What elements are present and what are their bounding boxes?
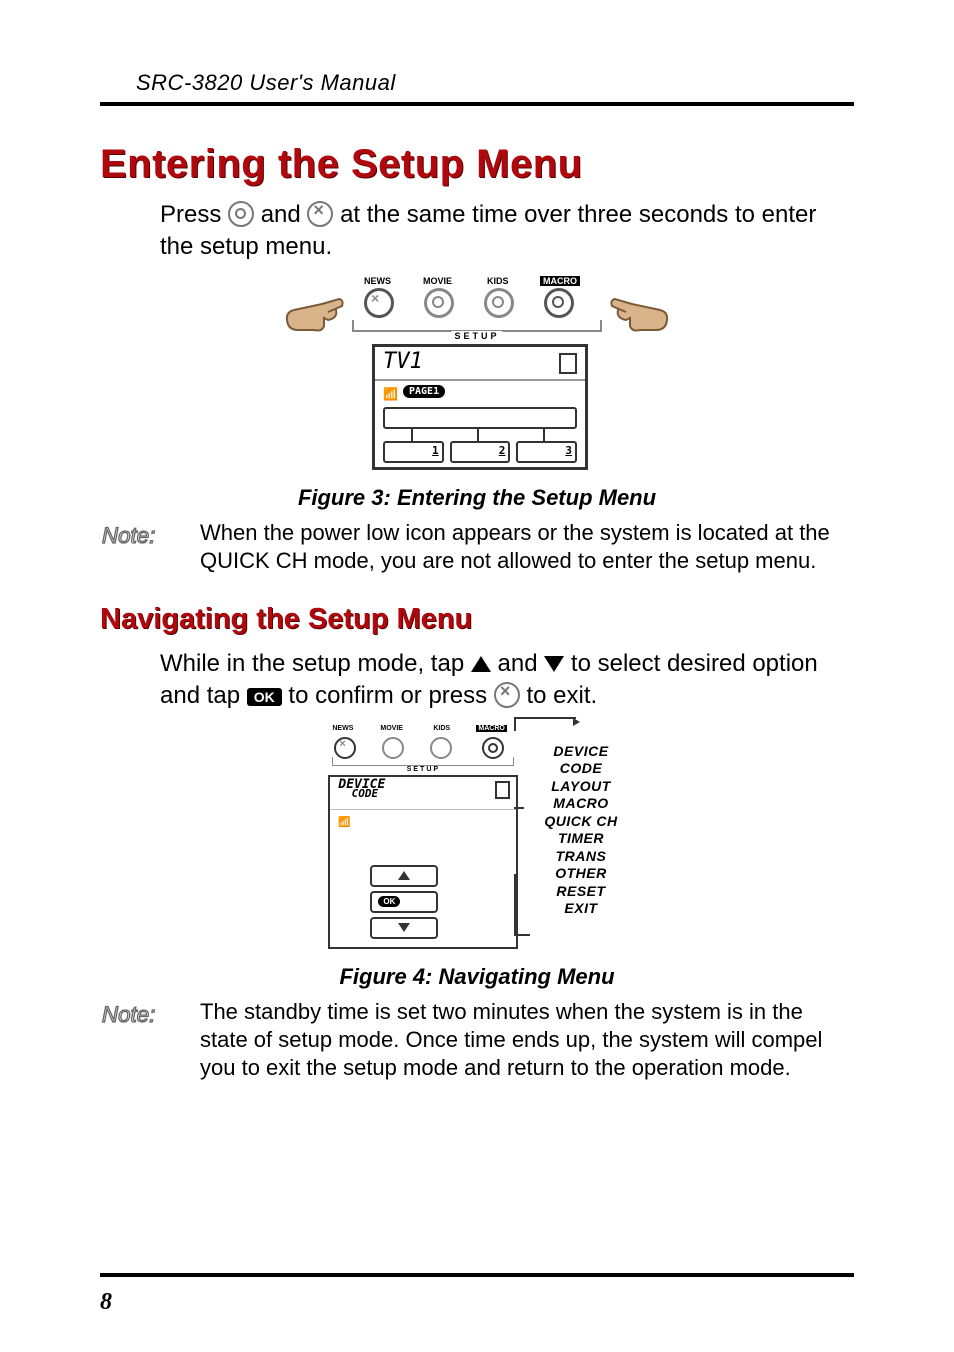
svg-text:Note:: Note: [102, 523, 155, 548]
nav-down-icon [398, 923, 410, 932]
menu-layout: LAYOUT [544, 778, 617, 796]
triangle-up-icon [471, 656, 491, 672]
note-icon: Note: [100, 519, 200, 560]
hand-right-icon [610, 290, 670, 334]
text: to exit. [527, 682, 598, 709]
menu-quickch: QUICK CH [544, 813, 617, 831]
page-pill: PAGE1 [403, 385, 445, 398]
header-rule [100, 102, 854, 106]
mini-label-kids: KIDS [433, 725, 450, 732]
figure-3: NEWS MOVIE KIDS MACRO × SETUP TV1 [100, 276, 854, 475]
hand-left-icon [284, 290, 344, 334]
page-number: 8 [100, 1289, 112, 1316]
screen-title: TV1 [383, 349, 423, 374]
note-icon: Note: [100, 998, 200, 1039]
text: to confirm or press [288, 682, 493, 709]
text: While in the setup mode, tap [160, 650, 471, 677]
figure-4: NEWS MOVIE KIDS MACRO × SETUP DEVICE COD… [100, 725, 854, 954]
nav-keys: OK [370, 865, 438, 939]
note-2-text: The standby time is set two minutes when… [200, 998, 854, 1082]
mini-macro-icon [482, 737, 504, 759]
menu-device: DEVICE [544, 743, 617, 761]
footer-rule [100, 1273, 854, 1277]
text: and [498, 650, 545, 677]
menu-macro: MACRO [544, 795, 617, 813]
menu-reset: RESET [544, 883, 617, 901]
running-header: SRC-3820 User's Manual [100, 70, 854, 96]
btn-label-macro: MACRO [540, 276, 580, 286]
mini-screen-head: DEVICE CODE [338, 779, 385, 799]
figure-3-caption: Figure 3: Entering the Setup Menu [100, 485, 854, 511]
softkey-2: 2 [499, 444, 506, 457]
figure-4-caption: Figure 4: Navigating Menu [100, 964, 854, 990]
btn-label-kids: KIDS [487, 276, 509, 286]
menu-exit: EXIT [544, 900, 617, 918]
text: at the same time over three seconds to e… [160, 201, 816, 260]
setup-bracket: SETUP [352, 320, 602, 332]
mini-label-news: NEWS [332, 725, 353, 732]
paragraph-enter-setup: Press and at the same time over three se… [160, 199, 840, 264]
circle-x-icon [494, 682, 520, 708]
kids-button-icon [484, 288, 514, 318]
btn-label-news: NEWS [364, 276, 391, 286]
btn-label-movie: MOVIE [423, 276, 452, 286]
menu-list: DEVICE CODE LAYOUT MACRO QUICK CH TIMER … [528, 725, 625, 928]
mini-kids-icon [430, 737, 452, 759]
device-screen: TV1 📶 PAGE1 1 2 3 [372, 344, 588, 470]
nav-ok-icon: OK [378, 896, 400, 907]
page-icon [559, 353, 577, 374]
circle-x-icon [307, 201, 333, 227]
mini-news-icon: × [334, 737, 356, 759]
note-1-text: When the power low icon appears or the s… [200, 519, 854, 575]
text: Press [160, 201, 228, 228]
text: and [261, 201, 308, 228]
softkey-area: 1 2 3 [383, 407, 577, 463]
mini-screen: DEVICE CODE 📶 OK [328, 775, 518, 949]
ok-pill-icon: OK [247, 688, 282, 706]
circle-o-icon [228, 201, 254, 227]
menu-code: CODE [544, 760, 617, 778]
menu-other: OTHER [544, 865, 617, 883]
heading-navigating-setup: Navigating the Setup Menu [100, 603, 854, 636]
menu-trans: TRANS [544, 848, 617, 866]
softkey-1: 1 [432, 444, 439, 457]
setup-label: SETUP [451, 331, 502, 341]
triangle-down-icon [544, 656, 564, 672]
mini-setup-bracket: SETUP [332, 757, 514, 766]
mini-page-icon [495, 781, 510, 799]
softkey-3: 3 [565, 444, 572, 457]
signal-icon: 📶 [383, 387, 398, 401]
mini-label-macro: MACRO [476, 725, 506, 732]
paragraph-navigate: While in the setup mode, tap and to sele… [160, 648, 840, 713]
movie-button-icon [424, 288, 454, 318]
menu-timer: TIMER [544, 830, 617, 848]
mini-label-movie: MOVIE [380, 725, 403, 732]
heading-entering-setup: Entering the Setup Menu [100, 142, 854, 187]
macro-button-icon [544, 288, 574, 318]
news-button-icon: × [364, 288, 394, 318]
nav-up-icon [398, 871, 410, 880]
svg-text:Note:: Note: [102, 1002, 155, 1027]
mini-signal-icon: 📶 [338, 817, 350, 828]
mini-movie-icon [382, 737, 404, 759]
